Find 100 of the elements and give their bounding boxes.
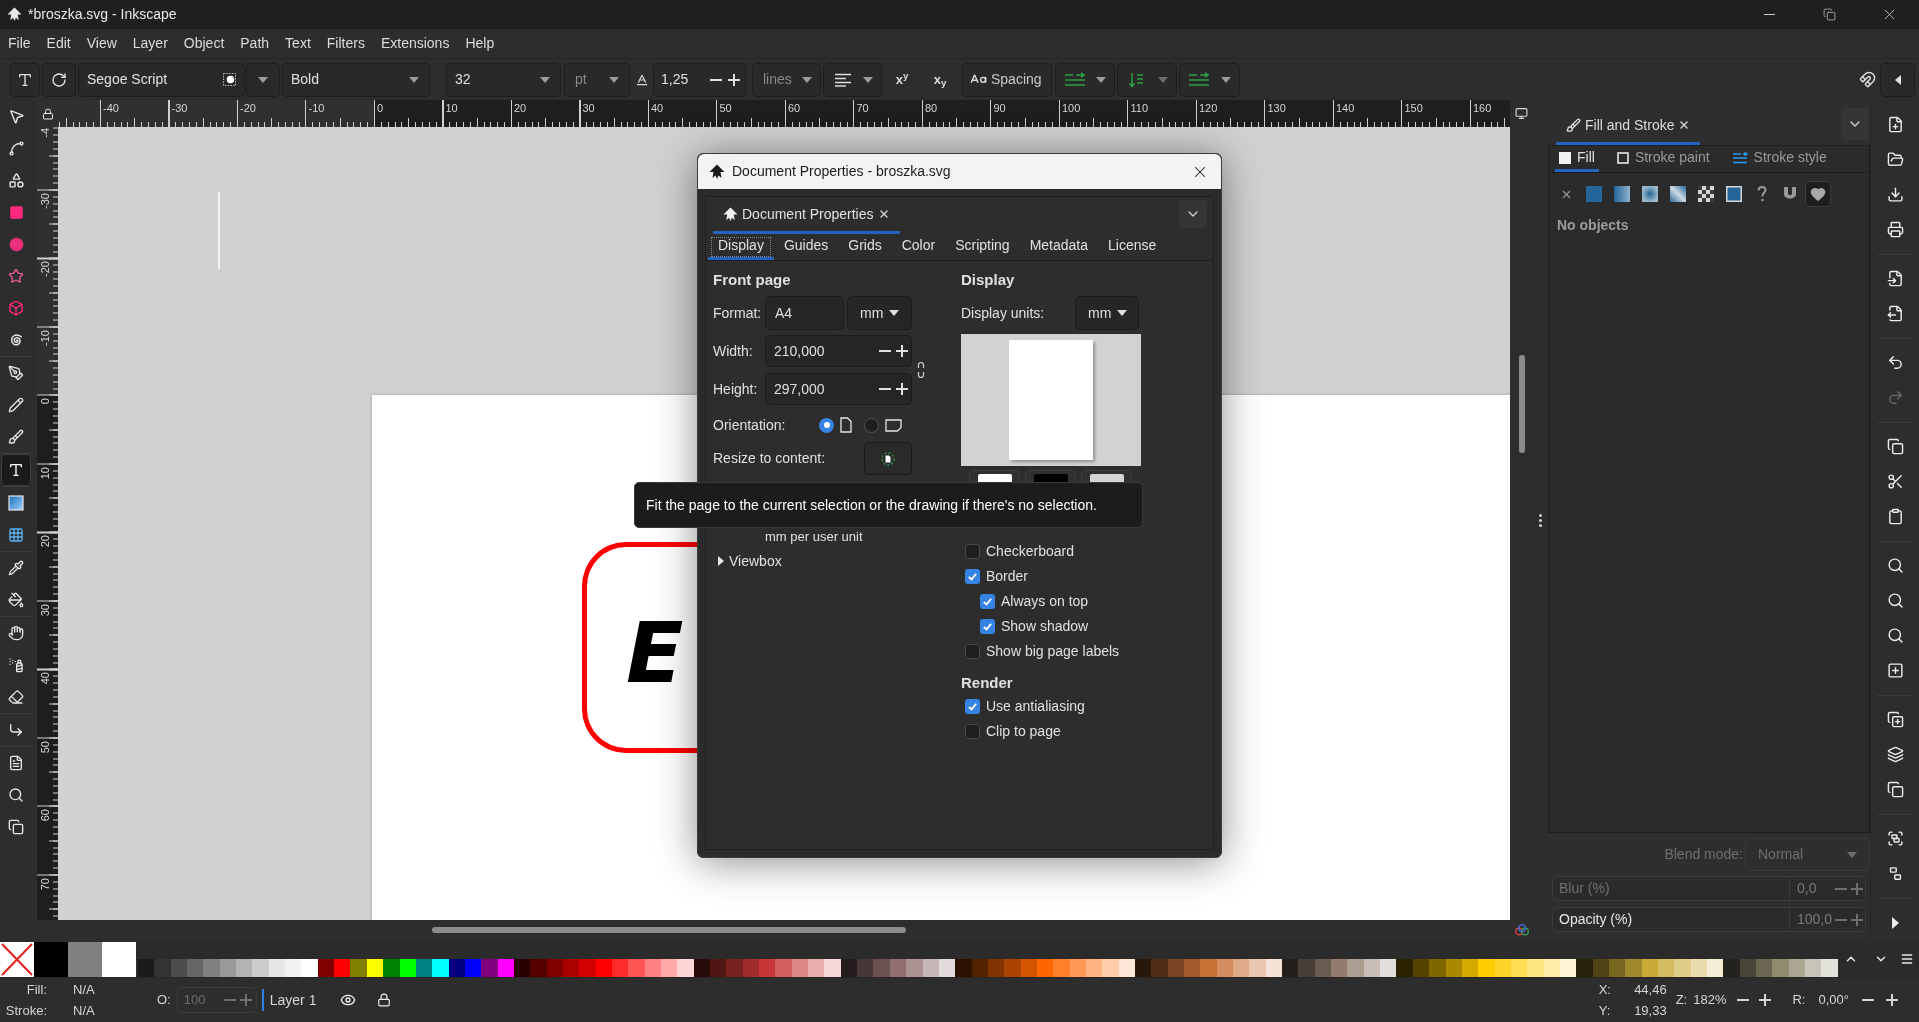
color-swatch[interactable] xyxy=(579,959,596,977)
clipboard-icon[interactable] xyxy=(1886,508,1904,525)
color-swatch[interactable] xyxy=(710,959,727,977)
menu-item[interactable]: Object xyxy=(179,33,229,54)
undo-icon[interactable] xyxy=(1886,354,1904,371)
color-swatch[interactable] xyxy=(481,959,498,977)
font-family-combo[interactable]: Segoe Script xyxy=(78,62,245,97)
checkbox[interactable] xyxy=(980,619,995,634)
color-swatch[interactable] xyxy=(68,942,102,977)
color-swatch[interactable] xyxy=(1527,959,1544,977)
color-swatch[interactable] xyxy=(1821,959,1838,977)
tool-button[interactable] xyxy=(1,454,31,486)
color-swatch[interactable] xyxy=(1004,959,1021,977)
subtab[interactable]: Stroke paint xyxy=(1612,146,1714,172)
color-swatch[interactable] xyxy=(252,959,269,977)
magnifier-icon[interactable] xyxy=(1886,557,1904,574)
color-swatch[interactable] xyxy=(236,959,253,977)
color-swatch[interactable] xyxy=(857,959,874,977)
color-swatch[interactable] xyxy=(1298,959,1315,977)
no-color-icon[interactable] xyxy=(0,942,34,977)
square-plus-icon[interactable] xyxy=(1886,662,1904,679)
triangle-right-icon[interactable] xyxy=(1891,916,1899,929)
color-swatch[interactable] xyxy=(350,959,367,977)
color-swatch[interactable] xyxy=(432,959,449,977)
folder-icon[interactable] xyxy=(1886,151,1904,168)
color-swatch[interactable] xyxy=(530,959,547,977)
color-swatch[interactable] xyxy=(1674,959,1691,977)
lock-icon[interactable] xyxy=(377,993,392,1007)
color-swatch[interactable] xyxy=(334,959,351,977)
color-swatch[interactable] xyxy=(1102,959,1119,977)
tab[interactable]: Color xyxy=(891,234,946,260)
panel-menu-button[interactable] xyxy=(1841,108,1869,140)
color-swatch[interactable] xyxy=(1396,959,1413,977)
color-swatch[interactable] xyxy=(1233,959,1250,977)
color-swatch[interactable] xyxy=(808,959,825,977)
tab[interactable]: License xyxy=(1098,234,1167,260)
export-file-icon[interactable] xyxy=(1886,305,1904,322)
close-icon[interactable] xyxy=(1678,119,1691,131)
color-swatch[interactable] xyxy=(906,959,923,977)
copy-icon[interactable] xyxy=(1886,438,1904,455)
panel-tab[interactable]: Document Properties xyxy=(713,197,900,234)
spacing-button[interactable]: Spacing xyxy=(962,62,1052,97)
layer-name[interactable]: Layer 1 xyxy=(269,989,317,1011)
swatch-button[interactable] xyxy=(1081,470,1132,482)
layers-icon[interactable] xyxy=(1886,746,1904,763)
color-swatch[interactable] xyxy=(383,959,400,977)
checkbox[interactable] xyxy=(965,644,980,659)
menu-item[interactable]: Filters xyxy=(322,33,369,54)
color-swatch[interactable] xyxy=(759,959,776,977)
color-swatch[interactable] xyxy=(1429,959,1446,977)
tab[interactable]: Guides xyxy=(773,234,839,260)
subtab[interactable]: Fill xyxy=(1555,146,1599,172)
color-swatch[interactable] xyxy=(1347,959,1364,977)
unit-dropdown[interactable]: mm xyxy=(847,296,912,330)
color-swatch[interactable] xyxy=(677,959,694,977)
checkbox[interactable] xyxy=(965,724,980,739)
menu-item[interactable]: File xyxy=(4,33,35,54)
magnifier-icon[interactable] xyxy=(1886,627,1904,644)
checkbox[interactable] xyxy=(980,594,995,609)
refresh-button[interactable] xyxy=(42,62,76,97)
viewbox-expander[interactable]: Viewbox xyxy=(713,551,961,571)
color-swatch[interactable] xyxy=(1805,959,1822,977)
swatch-button[interactable] xyxy=(1025,470,1076,482)
group-icon[interactable] xyxy=(1886,830,1904,847)
text-tool-button[interactable] xyxy=(10,62,40,97)
format-field[interactable]: A4 xyxy=(765,296,844,330)
radio-button[interactable] xyxy=(819,417,834,433)
font-style-combo[interactable]: Bold xyxy=(282,62,430,97)
lock-icon[interactable] xyxy=(41,107,54,120)
width-spinbox[interactable]: 210,000 xyxy=(765,335,912,367)
color-swatch[interactable] xyxy=(138,959,155,977)
superscript-button[interactable]: x$^{y}$ xyxy=(891,64,913,95)
color-swatch[interactable] xyxy=(102,942,136,977)
subscript-button[interactable]: x$_{y}$ xyxy=(929,64,951,95)
menu-item[interactable]: Layer xyxy=(128,33,172,54)
color-swatch[interactable] xyxy=(301,959,318,977)
color-swatch[interactable] xyxy=(1151,959,1168,977)
color-swatch[interactable] xyxy=(34,942,68,977)
download-icon[interactable] xyxy=(1886,186,1904,203)
tab[interactable]: Grids xyxy=(838,234,892,260)
menu-icon[interactable] xyxy=(1900,951,1914,966)
close-icon[interactable] xyxy=(877,208,890,220)
color-swatch[interactable] xyxy=(628,959,645,977)
panel-menu-button[interactable] xyxy=(1179,200,1207,228)
monitor-icon[interactable] xyxy=(1515,107,1528,120)
collapse-button[interactable] xyxy=(1880,62,1915,97)
framed-square-icon[interactable] xyxy=(1726,186,1742,202)
orientation-dropdown[interactable] xyxy=(1179,62,1240,97)
color-swatch[interactable] xyxy=(1200,959,1217,977)
color-swatch[interactable] xyxy=(1478,959,1495,977)
copy-plus-icon[interactable] xyxy=(1886,711,1904,728)
zoom-value[interactable]: 182% xyxy=(1693,990,1727,1010)
heart-icon[interactable] xyxy=(1810,186,1826,202)
color-swatch[interactable] xyxy=(824,959,841,977)
drag-handle-icon[interactable] xyxy=(1539,513,1542,527)
magnet-icon[interactable] xyxy=(1859,71,1876,88)
color-swatch[interactable] xyxy=(1331,959,1348,977)
color-swatch[interactable] xyxy=(203,959,220,977)
color-swatch[interactable] xyxy=(1249,959,1266,977)
color-swatch[interactable] xyxy=(1723,959,1740,977)
